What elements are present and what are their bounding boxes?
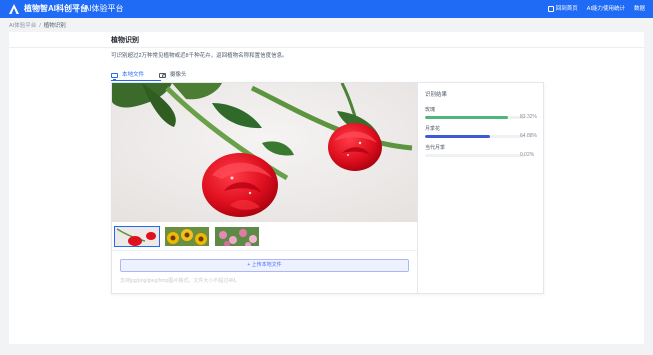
results-title: 识别结果 — [425, 92, 448, 98]
confidence-score: 64.88% — [520, 133, 537, 139]
result-name: 当代月季 — [425, 145, 446, 151]
top-navbar: 植物智AI科创平台 AI体验平台 回到首页 AI能力使用统计 数据 — [0, 0, 653, 18]
preview-image — [112, 83, 417, 222]
recognition-panel: + 上传本地文件 支持jpg/png/jpeg/bmp图片格式，文件大小不超过4… — [111, 82, 544, 294]
confidence-score: 83.32% — [520, 114, 537, 120]
nav-ai-stats-label: AI能力使用统计 — [586, 6, 625, 12]
result-row: 玫瑰 83.32% — [425, 107, 538, 126]
page-title: 植物识别 — [111, 37, 139, 44]
sample-thumbnails — [114, 226, 260, 247]
platform-subtitle: AI体验平台 — [84, 4, 124, 13]
upload-divider — [112, 250, 417, 251]
breadcrumb-item-current: 植物识别 — [43, 23, 66, 29]
monitor-icon — [111, 72, 118, 80]
result-name: 玫瑰 — [425, 107, 436, 113]
nav-ai-stats[interactable]: AI能力使用统计 — [587, 4, 625, 14]
upload-file-button[interactable]: + 上传本地文件 — [120, 259, 409, 272]
nav-home[interactable]: 回到首页 — [547, 4, 578, 14]
camera-icon — [159, 72, 167, 78]
tab-local-file-label: 本地文件 — [122, 72, 145, 78]
title-divider — [9, 47, 644, 48]
tab-camera[interactable]: 摄像头 — [159, 70, 187, 80]
active-tab-indicator — [111, 80, 161, 81]
thumbnail-sunflowers[interactable] — [164, 226, 210, 247]
result-row: 月季花 64.88% — [425, 126, 538, 145]
results-panel: 识别结果 玫瑰 83.32% 月季花 64.88% 当代月季 0.02% — [425, 91, 538, 164]
breadcrumb-separator: / — [39, 23, 41, 29]
nav-home-label: 回到首页 — [555, 6, 578, 12]
upload-hint: 支持jpg/png/jpeg/bmp图片格式，文件大小不超过4M。 — [120, 278, 241, 284]
thumbnail-red-roses[interactable] — [114, 226, 160, 247]
brand-name: 植物智AI科创平台 — [24, 4, 88, 13]
tab-camera-label: 摄像头 — [170, 72, 187, 78]
result-name: 月季花 — [425, 126, 441, 132]
column-divider — [417, 83, 418, 293]
nav-data-label: 数据 — [633, 6, 645, 12]
thumbnail-pink-flowers[interactable] — [214, 226, 260, 247]
tab-local-file[interactable]: 本地文件 — [111, 70, 144, 80]
confidence-bar-fill — [425, 135, 490, 138]
result-row: 当代月季 0.02% — [425, 145, 538, 164]
confidence-bar-fill — [425, 116, 509, 119]
logo-icon — [9, 4, 19, 14]
home-icon — [547, 6, 554, 12]
confidence-score: 0.02% — [520, 152, 535, 158]
confidence-bar — [425, 135, 525, 138]
top-nav: 回到首页 AI能力使用统计 数据 — [547, 4, 645, 14]
breadcrumb-item-platform[interactable]: AI体验平台 — [9, 22, 36, 30]
nav-data[interactable]: 数据 — [634, 4, 645, 14]
brand-divider — [77, 4, 78, 13]
confidence-bar — [425, 116, 525, 119]
source-tabs: 本地文件 摄像头 — [111, 70, 187, 80]
page-description: 可识别超过2万种常见植物或近8千种花卉，返回植物名称和置信度信息。 — [111, 53, 288, 59]
main-card: 植物识别 可识别超过2万种常见植物或近8千种花卉，返回植物名称和置信度信息。 本… — [9, 32, 644, 344]
confidence-bar — [425, 154, 525, 157]
breadcrumb: AI体验平台 / 植物识别 — [9, 22, 66, 30]
